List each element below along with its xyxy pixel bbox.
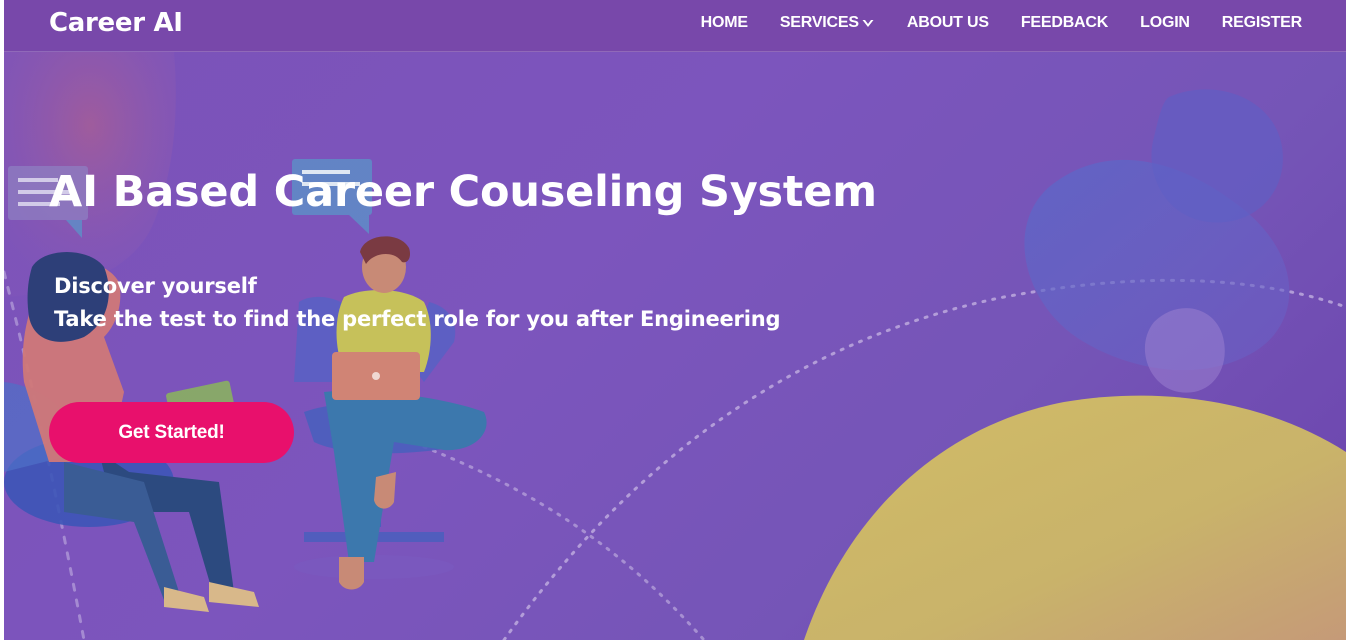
nav-services-label: SERVICES <box>779 14 859 31</box>
hero-subtitle-line2: Take the test to find the perfect role f… <box>54 307 781 331</box>
nav-feedback-label: FEEDBACK <box>1020 14 1109 31</box>
left-edge-strip <box>0 0 4 640</box>
hero-section: AI Based Career Couseling System Discove… <box>4 52 1346 640</box>
nav-home-label: HOME <box>700 14 748 31</box>
nav-feedback[interactable]: FEEDBACK <box>1021 14 1108 32</box>
page: Career AI HOME SERVICES ABOUT US FEEDBAC… <box>0 0 1346 640</box>
nav-register[interactable]: REGISTER <box>1222 14 1302 32</box>
hero-illustration <box>4 52 1346 640</box>
dotted-arc-lower <box>422 445 706 640</box>
navbar: Career AI HOME SERVICES ABOUT US FEEDBAC… <box>4 0 1346 52</box>
chevron-down-icon <box>862 20 874 27</box>
blue-blob-small <box>1151 89 1283 223</box>
nav-login[interactable]: LOGIN <box>1140 14 1190 32</box>
yellow-blob <box>804 395 1346 640</box>
nav-links: HOME SERVICES ABOUT US FEEDBACK LOGIN RE… <box>669 14 1303 32</box>
brand-logo[interactable]: Career AI <box>49 8 183 38</box>
nav-register-label: REGISTER <box>1221 14 1302 31</box>
hero-title: AI Based Career Couseling System <box>49 167 877 217</box>
nav-login-label: LOGIN <box>1140 14 1190 31</box>
nav-services[interactable]: SERVICES <box>780 14 875 32</box>
nav-about-us-label: ABOUT US <box>906 14 989 31</box>
nav-home[interactable]: HOME <box>701 14 748 32</box>
get-started-button[interactable]: Get Started! <box>49 402 294 463</box>
nav-about-us[interactable]: ABOUT US <box>907 14 989 32</box>
light-blob <box>1144 308 1225 393</box>
hero-subtitle-line1: Discover yourself <box>54 274 257 298</box>
